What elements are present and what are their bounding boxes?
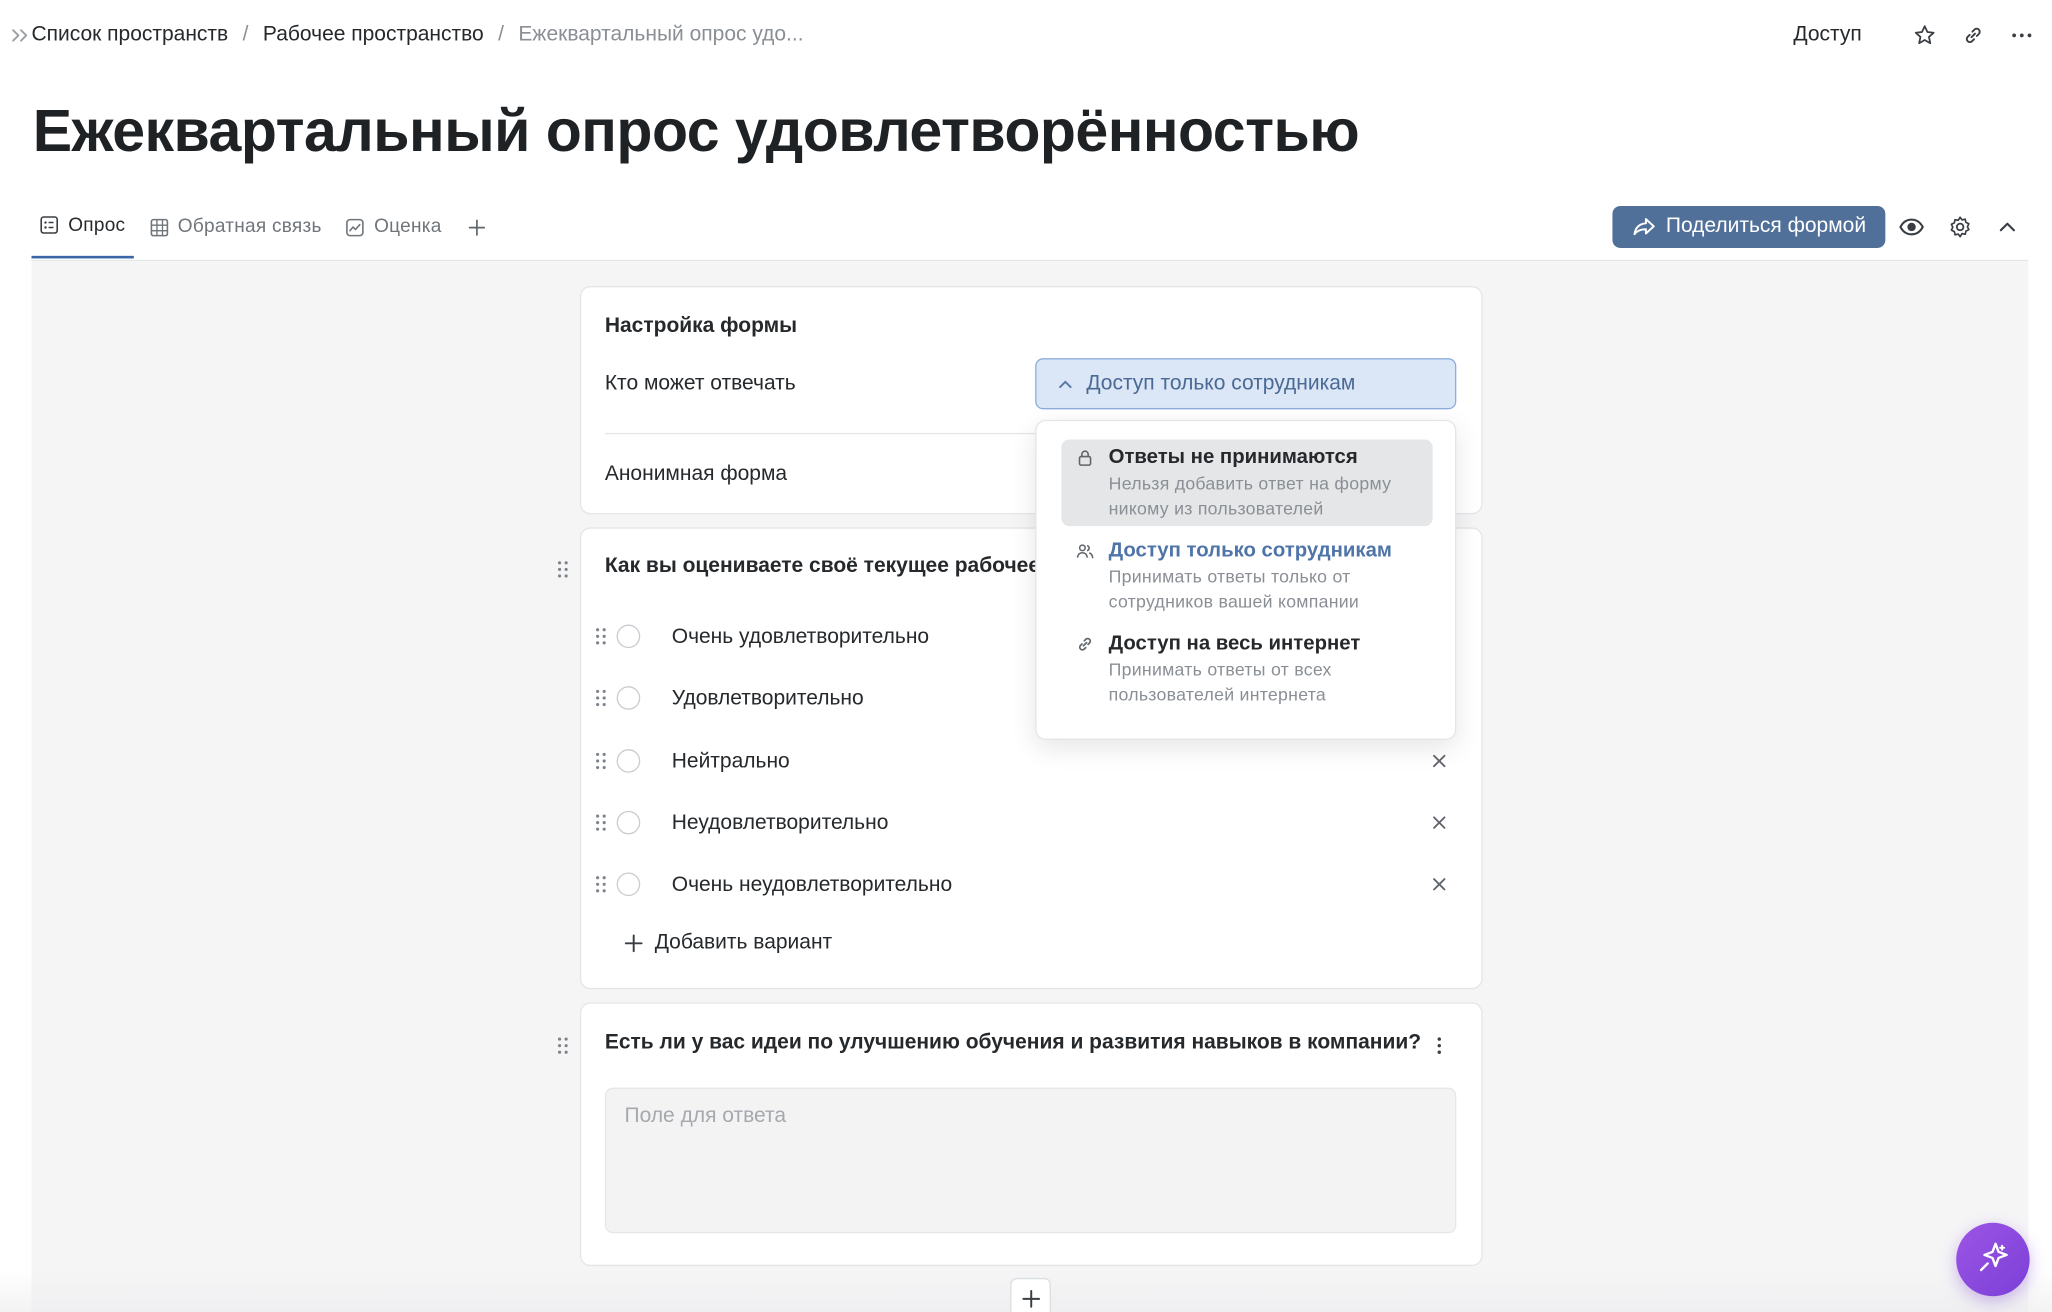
option-label[interactable]: Нейтрально [672,750,790,774]
option-description: Принимать ответы только от сотрудников в… [1108,566,1360,611]
drag-handle-icon[interactable] [556,560,569,578]
drag-handle-icon[interactable] [594,875,607,893]
select-value: Доступ только сотрудникам [1086,371,1356,395]
option-title: Доступ только сотрудникам [1108,539,1392,562]
tab-feedback[interactable]: Обратная связь [141,205,329,250]
sparkle-icon [1975,1241,2012,1278]
answer-field[interactable]: Поле для ответа [604,1087,1457,1234]
link-icon[interactable] [1959,21,1988,50]
option-radio[interactable] [616,749,641,773]
option-title: Доступ на весь интернет [1108,632,1361,655]
breadcrumb-item-spaces[interactable]: Список пространств [31,24,228,48]
tab-label: Оценка [374,216,442,238]
share-form-button[interactable]: Поделиться формой [1612,205,1886,248]
option-radio[interactable] [616,810,641,835]
add-tab-button[interactable] [457,205,496,250]
option-label[interactable]: Неудовлетворительно [672,812,889,836]
breadcrumb: Список пространств / Рабочее пространств… [10,18,804,52]
anonymous-form-label: Анонимная форма [604,463,788,486]
tab-label: Опрос [68,215,126,237]
table-icon [149,217,169,237]
access-option-internet[interactable]: Доступ на весь интернет Принимать ответы… [1061,626,1432,713]
close-icon[interactable] [1431,876,1447,892]
access-option-closed[interactable]: Ответы не принимаются Нельзя добавить от… [1061,439,1433,527]
option-title: Ответы не принимаются [1108,446,1358,469]
drag-handle-icon[interactable] [556,1036,569,1054]
plus-icon [624,934,643,953]
breadcrumb-item-current: Ежеквартальный опрос удо... [518,23,804,46]
ai-assistant-button[interactable] [1956,1222,2030,1297]
breadcrumb-item-workspace[interactable]: Рабочее пространство [263,24,484,48]
tab-survey[interactable]: Опрос [31,205,134,259]
add-option-button[interactable]: Добавить вариант [624,931,833,956]
gear-icon[interactable] [1946,213,1975,242]
add-question-button[interactable] [1010,1277,1051,1312]
view-tabs: Опрос Обратная связь Оценка [31,205,496,261]
who-can-answer-select[interactable]: Доступ только сотрудникам [1035,358,1457,410]
access-button[interactable]: Доступ [1793,24,1861,48]
option-description: Нельзя добавить ответ на форму никому из… [1108,473,1392,518]
access-option-employees[interactable]: Доступ только сотрудникам Принимать отве… [1061,533,1432,620]
add-option-label: Добавить вариант [654,931,833,954]
tab-rating[interactable]: Оценка [337,205,449,250]
lock-icon [1076,449,1094,467]
close-icon[interactable] [1431,753,1447,769]
option-radio[interactable] [616,872,641,897]
share-icon [1632,216,1656,237]
drag-handle-icon[interactable] [594,689,607,707]
chevron-up-icon[interactable] [1993,213,2022,242]
plus-icon [468,218,486,236]
survey-icon [39,215,59,235]
access-dropdown-menu: Ответы не принимаются Нельзя добавить от… [1035,419,1457,740]
breadcrumb-separator: / [242,23,249,46]
option-label[interactable]: Очень неудовлетворительно [672,874,952,898]
option-label[interactable]: Очень удовлетворительно [672,626,929,650]
form-settings-title: Настройка формы [604,314,798,338]
option-radio[interactable] [616,624,641,649]
drag-handle-icon[interactable] [594,752,607,770]
option-description: Принимать ответы от всех пользователей и… [1108,659,1332,704]
close-icon[interactable] [1431,815,1447,831]
who-can-answer-label: Кто может отвечать [604,372,796,395]
header-actions: Доступ [1793,18,2036,52]
tab-label: Обратная связь [177,216,322,238]
drag-handle-icon[interactable] [594,813,607,831]
plus-icon [1021,1289,1040,1308]
share-form-label: Поделиться формой [1665,215,1867,238]
drag-handle-icon[interactable] [594,627,607,645]
question-title[interactable]: Как вы оцениваете своё текущее рабочее [605,555,1040,579]
users-icon [1076,542,1094,560]
chevron-up-icon [1057,376,1073,392]
option-label[interactable]: Удовлетворительно [672,687,864,711]
page-title: Ежеквартальный опрос удовлетворённостью [32,97,1360,164]
expand-sidebar-icon[interactable] [10,25,31,46]
question-title[interactable]: Есть ли у вас идеи по улучшению обучения… [605,1031,1421,1055]
chart-icon [345,217,365,237]
star-icon[interactable] [1910,21,1939,50]
more-icon[interactable] [2007,21,2036,50]
option-radio[interactable] [616,686,641,710]
link-icon [1076,635,1094,653]
question-menu-icon[interactable] [1433,1035,1446,1056]
eye-icon[interactable] [1897,213,1926,242]
breadcrumb-separator: / [498,23,504,46]
